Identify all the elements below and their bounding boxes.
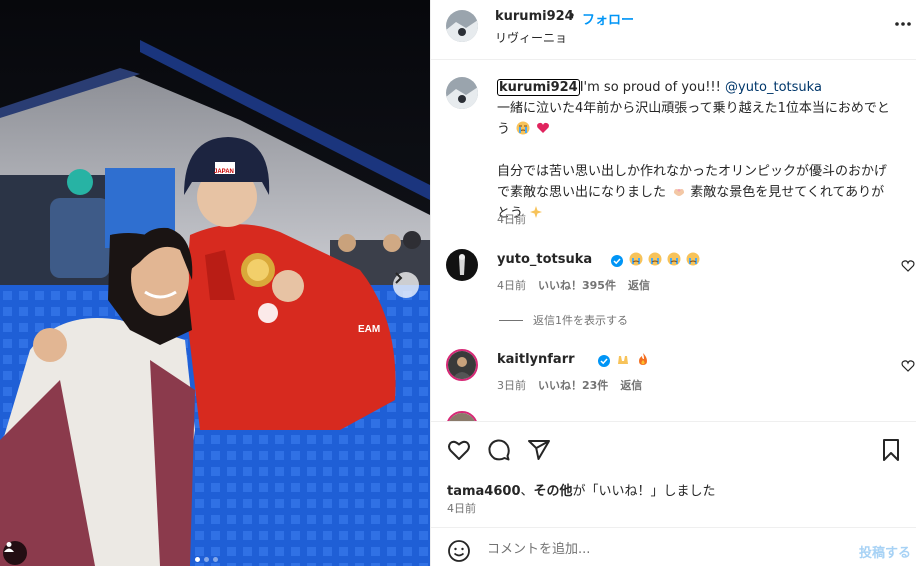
- comment-composer: 投稿する: [431, 527, 916, 566]
- post-header: kurumi924 • フォロー リヴィーニョ: [431, 0, 916, 60]
- comment-emojis: [614, 352, 650, 366]
- comment-meta: 4日前 いいね！395件 返信: [497, 277, 650, 293]
- comment-username[interactable]: yuto_totsuka: [497, 252, 592, 267]
- emoji-icon[interactable]: [447, 539, 471, 563]
- post-time[interactable]: 4日前: [447, 500, 476, 516]
- carousel-dot: [213, 557, 218, 562]
- raising-hands-icon: [618, 356, 628, 364]
- heart-icon[interactable]: [447, 438, 471, 462]
- fire-icon: [639, 353, 647, 365]
- header-separator: •: [568, 9, 576, 24]
- comments-list[interactable]: kurumi924 I'm so proud of you!!! @yuto_to…: [431, 61, 916, 421]
- comment-avatar[interactable]: [446, 249, 478, 281]
- share-icon[interactable]: [527, 438, 551, 462]
- comment-like-heart-icon[interactable]: [901, 259, 915, 273]
- comment-avatar[interactable]: [446, 411, 478, 421]
- post-comment-button[interactable]: 投稿する: [859, 542, 911, 561]
- comment-likes[interactable]: いいね！395件: [538, 277, 616, 293]
- caption-text: kurumi924 I'm so proud of you!!! @yuto_to…: [497, 77, 897, 224]
- crying-face-icon: [648, 252, 662, 266]
- likes-user[interactable]: tama4600: [447, 484, 521, 499]
- caption-time: 4日前: [497, 213, 526, 226]
- post-actions: tama4600、その他が「いいね！」しました 4日前: [431, 421, 916, 526]
- author-username[interactable]: kurumi924: [495, 9, 574, 24]
- follow-button[interactable]: フォロー: [582, 9, 634, 28]
- carousel-dot: [195, 557, 200, 562]
- caption-avatar[interactable]: [446, 77, 478, 109]
- comment-icon[interactable]: [487, 438, 511, 462]
- caption-username[interactable]: kurumi924: [497, 79, 580, 96]
- crying-face-icon: [629, 252, 643, 266]
- location-label[interactable]: リヴィーニョ: [495, 29, 567, 46]
- comment-meta: 3日前 いいね！23件 返信: [497, 377, 642, 393]
- more-horizontal-icon[interactable]: [893, 14, 913, 34]
- author-avatar[interactable]: [446, 10, 478, 42]
- instagram-post-modal: EAM JAPAN kurumi924 • フォロー リヴィーニョ kurumi…: [0, 0, 916, 566]
- likes-others[interactable]: その他: [534, 484, 573, 499]
- comment-time: 4日前: [497, 279, 526, 292]
- comment-emojis: [627, 252, 700, 266]
- post-photo[interactable]: EAM JAPAN: [0, 0, 430, 566]
- sparkles-icon: [530, 206, 543, 218]
- chevron-right-icon: [395, 272, 403, 284]
- tagged-users-button[interactable]: [3, 541, 27, 565]
- comment-input[interactable]: [487, 537, 837, 561]
- comment-likes[interactable]: いいね！23件: [538, 377, 608, 393]
- likes-mid: 、: [520, 484, 534, 499]
- carousel-dots: [195, 557, 218, 562]
- heart-hands-icon: [674, 189, 685, 196]
- replies-divider: [499, 319, 523, 321]
- caption-line-1: I'm so proud of you!!!: [579, 80, 725, 95]
- crying-face-icon: [516, 121, 530, 135]
- jacket-text: EAM: [358, 324, 380, 335]
- caption-mention[interactable]: @yuto_totsuka: [725, 80, 822, 95]
- verified-badge-icon: [611, 255, 623, 267]
- red-heart-icon: [537, 122, 550, 133]
- comment-time: 3日前: [497, 379, 526, 392]
- comment-username[interactable]: kaitlynfarr: [497, 352, 575, 367]
- photo-illustration: EAM JAPAN: [0, 0, 430, 566]
- view-replies-button[interactable]: 返信1件を表示する: [499, 312, 628, 328]
- view-replies-label: 返信1件を表示する: [533, 314, 628, 327]
- post-side-panel: kurumi924 • フォロー リヴィーニョ kurumi924 I'm so …: [430, 0, 916, 566]
- comment-avatar[interactable]: [446, 349, 478, 381]
- cap-text: JAPAN: [214, 169, 234, 175]
- carousel-dot: [204, 557, 209, 562]
- bookmark-icon[interactable]: [879, 438, 903, 462]
- verified-badge-icon: [598, 355, 610, 367]
- comment-like-heart-icon[interactable]: [901, 359, 915, 373]
- likes-summary[interactable]: tama4600、その他が「いいね！」しました: [447, 480, 716, 499]
- caption-line-2: 一緒に泣いた4年前から沢山頑張って乗り越えた1位本当におめでとう: [497, 101, 890, 137]
- crying-face-icon: [686, 252, 700, 266]
- comment-reply-button[interactable]: 返信: [628, 277, 650, 293]
- user-tag-icon: [4, 542, 14, 552]
- next-photo-button[interactable]: [393, 272, 419, 298]
- comment-reply-button[interactable]: 返信: [620, 377, 642, 393]
- likes-suffix: が「いいね！」しました: [572, 484, 716, 499]
- crying-face-icon: [667, 252, 681, 266]
